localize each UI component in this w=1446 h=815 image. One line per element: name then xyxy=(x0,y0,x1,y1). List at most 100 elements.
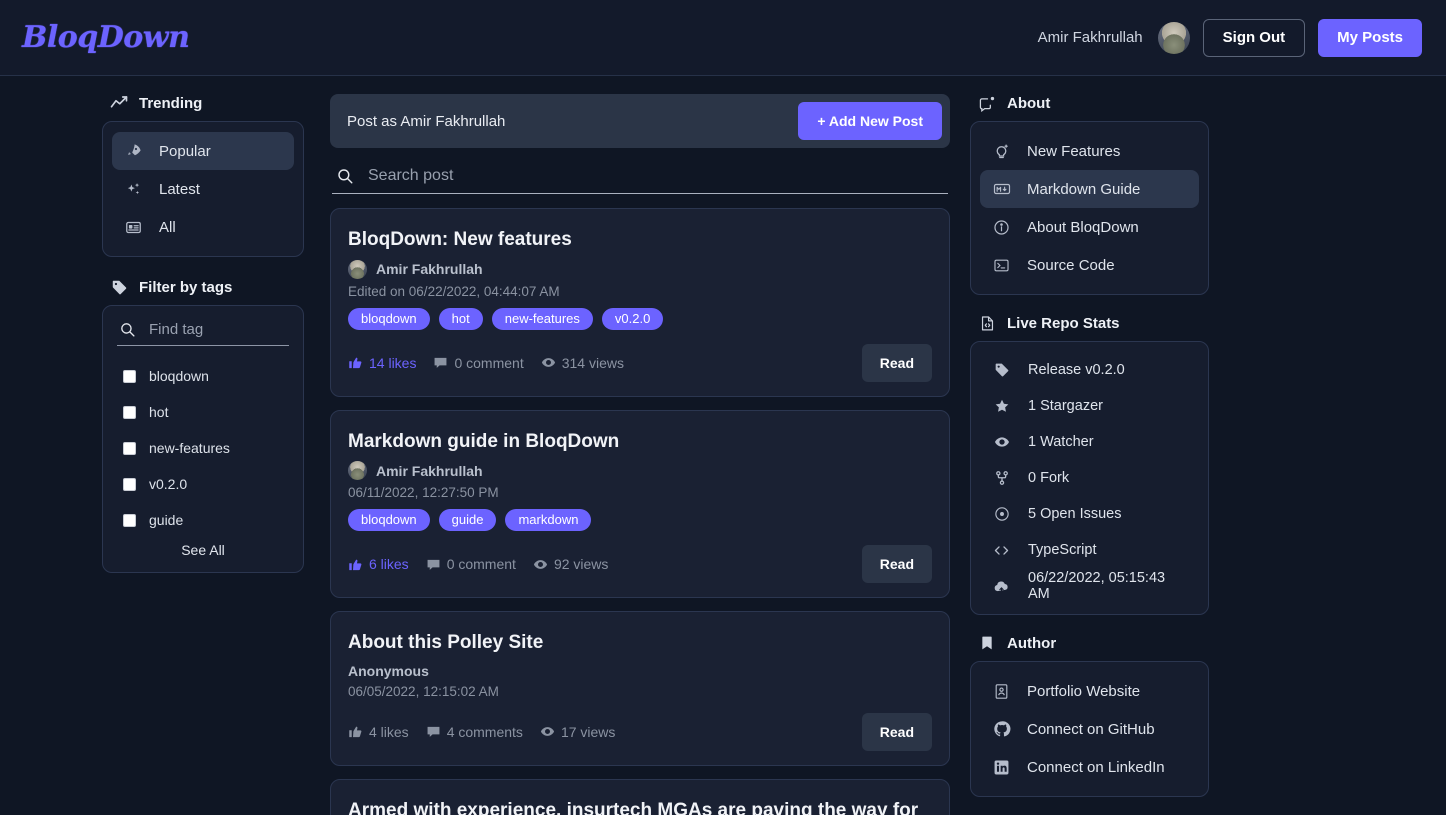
post-date: 06/05/2022, 12:15:02 AM xyxy=(348,683,499,699)
repo-stat-language: TypeScript xyxy=(980,532,1199,568)
post-tag[interactable]: new-features xyxy=(491,307,593,330)
author-panel: Portfolio Website Connect on GitHub Conn… xyxy=(970,661,1209,797)
post-list: BloqDown: New features Amir Fakhrullah E… xyxy=(330,208,950,815)
post-tag[interactable]: guide xyxy=(438,509,497,532)
markdown-icon xyxy=(992,180,1011,199)
post-footer: 6 likes 0 comment 92 views Read xyxy=(348,545,932,584)
post-title[interactable]: BloqDown: New features xyxy=(348,226,932,254)
post-card[interactable]: BloqDown: New features Amir Fakhrullah E… xyxy=(330,208,950,397)
about-section: About New Features Markdown Guide About … xyxy=(970,94,1209,295)
checkbox[interactable] xyxy=(123,441,136,455)
sidebar-item-latest[interactable]: Latest xyxy=(112,170,294,208)
sidebar-item-source-code[interactable]: Source Code xyxy=(980,246,1199,284)
search-post-input[interactable] xyxy=(368,167,944,185)
tag-checkbox-new-features[interactable]: new-features xyxy=(117,430,289,466)
comment-count: 4 comments xyxy=(446,723,523,740)
sidebar-item-label: Markdown Guide xyxy=(1027,180,1141,198)
comment-count: 0 comment xyxy=(446,556,516,573)
trending-heading: Trending xyxy=(102,94,304,112)
repo-stats-panel: Release v0.2.0 1 Stargazer 1 Watcher 0 F… xyxy=(970,341,1209,615)
post-footer: 14 likes 0 comment 314 views Read xyxy=(348,343,932,382)
author-link-github[interactable]: Connect on GitHub xyxy=(980,710,1199,748)
avatar xyxy=(348,259,367,279)
cloud-upload-icon xyxy=(992,577,1011,596)
post-title[interactable]: Markdown guide in BloqDown xyxy=(348,428,932,456)
repo-stat-label: TypeScript xyxy=(1028,542,1097,558)
like-stat[interactable]: 6 likes xyxy=(348,556,409,572)
sidebar-item-popular[interactable]: Popular xyxy=(112,132,294,170)
like-stat[interactable]: 4 likes xyxy=(348,724,409,740)
read-button[interactable]: Read xyxy=(861,712,932,751)
tag-checkbox-hot[interactable]: hot xyxy=(117,394,289,430)
like-stat[interactable]: 14 likes xyxy=(348,355,416,371)
checkbox[interactable] xyxy=(123,513,136,527)
find-tag-row xyxy=(117,318,348,346)
tag-checkbox-guide[interactable]: guide xyxy=(117,502,289,538)
post-tag[interactable]: v0.2.0 xyxy=(601,307,664,330)
comment-icon xyxy=(426,557,441,572)
comment-stat[interactable]: 4 comments xyxy=(426,724,523,740)
github-icon xyxy=(992,720,1011,739)
post-tag[interactable]: hot xyxy=(438,307,483,330)
checkbox[interactable] xyxy=(123,477,136,491)
post-tags: bloqdown hot new-features v0.2.0 xyxy=(348,307,932,330)
post-title[interactable]: Armed with experience, insurtech MGAs ar… xyxy=(348,797,932,815)
post-title[interactable]: About this Polley Site xyxy=(348,629,932,657)
linkedin-icon xyxy=(992,758,1011,777)
comment-count: 0 comment xyxy=(454,354,524,371)
author-link-linkedin[interactable]: Connect on LinkedIn xyxy=(980,748,1199,786)
post-tag[interactable]: markdown xyxy=(505,509,592,532)
checkbox[interactable] xyxy=(123,405,136,419)
sidebar-item-all[interactable]: All xyxy=(112,208,294,246)
sidebar-item-markdown-guide[interactable]: Markdown Guide xyxy=(980,170,1199,208)
star-icon xyxy=(992,397,1011,416)
post-card[interactable]: About this Polley Site Anonymous 06/05/2… xyxy=(330,611,950,766)
tag-checkbox-bloqdown[interactable]: bloqdown xyxy=(117,358,289,394)
sidebar-item-new-features[interactable]: New Features xyxy=(980,132,1199,170)
checkbox[interactable] xyxy=(123,369,136,383)
eye-icon xyxy=(533,557,548,572)
sidebar-item-label: All xyxy=(159,218,176,236)
info-circle-icon xyxy=(992,218,1011,237)
post-author-name: Amir Fakhrullah xyxy=(376,261,483,278)
sidebar-item-about-bloqdown[interactable]: About BloqDown xyxy=(980,208,1199,246)
eye-icon xyxy=(541,355,556,370)
bookmark-icon xyxy=(978,634,996,652)
sidebar-item-label: Latest xyxy=(159,180,200,198)
post-tag[interactable]: bloqdown xyxy=(348,509,430,532)
comment-icon xyxy=(433,355,448,370)
read-button[interactable]: Read xyxy=(861,343,932,382)
lightbulb-icon xyxy=(992,142,1011,161)
tag-label: guide xyxy=(149,512,184,528)
trending-title: Trending xyxy=(139,94,203,112)
tag-checkbox-v020[interactable]: v0.2.0 xyxy=(117,466,289,502)
filter-tags-heading: Filter by tags xyxy=(102,278,304,296)
author-link-label: Connect on LinkedIn xyxy=(1027,758,1165,776)
search-icon xyxy=(336,167,354,185)
my-posts-button[interactable]: My Posts xyxy=(1318,18,1422,57)
about-title: About xyxy=(1007,94,1051,112)
see-all-tags-link[interactable]: See All xyxy=(117,538,289,562)
views-stat: 92 views xyxy=(533,556,608,572)
thumbs-up-icon xyxy=(348,724,363,739)
post-card[interactable]: Markdown guide in BloqDown Amir Fakhrull… xyxy=(330,409,950,599)
repo-stat-label: 1 Stargazer xyxy=(1028,398,1103,414)
comment-stat[interactable]: 0 comment xyxy=(433,354,524,371)
like-count: 14 likes xyxy=(369,354,417,371)
views-stat: 17 views xyxy=(540,724,615,740)
repo-stats-section: Live Repo Stats Release v0.2.0 1 Stargaz… xyxy=(970,314,1209,615)
comment-stat[interactable]: 0 comment xyxy=(426,556,516,572)
post-tag[interactable]: bloqdown xyxy=(348,307,430,330)
add-new-post-button[interactable]: + Add New Post xyxy=(798,102,942,140)
find-tag-input[interactable] xyxy=(149,321,348,338)
app-logo[interactable]: BloqDown xyxy=(22,20,190,55)
repo-stats-heading: Live Repo Stats xyxy=(970,314,1209,332)
trending-panel: Popular Latest All xyxy=(102,121,304,257)
author-link-portfolio[interactable]: Portfolio Website xyxy=(980,672,1199,710)
sign-out-button[interactable]: Sign Out xyxy=(1202,18,1306,57)
eye-icon xyxy=(540,724,555,739)
thumbs-up-icon xyxy=(348,355,363,370)
post-card[interactable]: Armed with experience, insurtech MGAs ar… xyxy=(330,778,950,815)
filter-tags-section: Filter by tags bloqdown h xyxy=(102,278,348,573)
read-button[interactable]: Read xyxy=(861,545,932,584)
